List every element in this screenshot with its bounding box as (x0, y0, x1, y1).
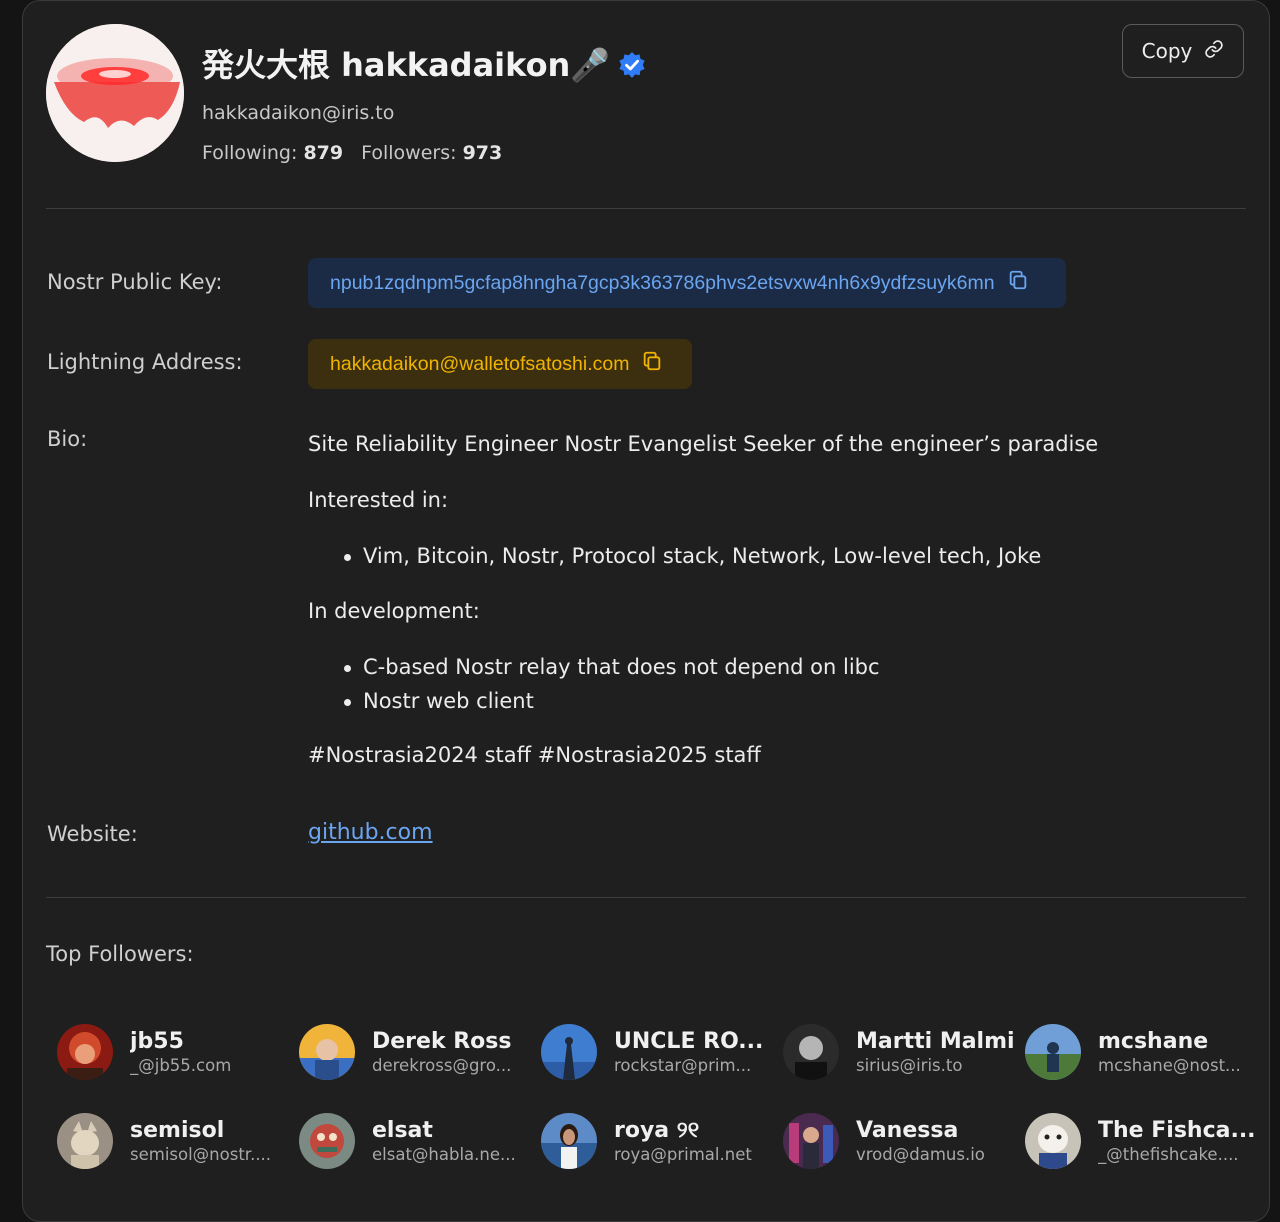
follower-name: jb55 (130, 1029, 184, 1054)
follower-handle: elsat@habla.ne... (372, 1145, 516, 1164)
follower-handle: sirius@iris.to (856, 1056, 963, 1075)
following-link[interactable]: Following: 879 (202, 142, 343, 164)
bio-line: Site Reliability Engineer Nostr Evangeli… (308, 432, 1099, 456)
following-label: Following: (202, 142, 298, 164)
avatar (541, 1024, 597, 1080)
lightning-value: hakkadaikon@walletofsatoshi.com (330, 352, 630, 375)
lightning-label: Lightning Address: (47, 350, 243, 374)
avatar (57, 1113, 113, 1169)
follower-handle: _@thefishcake.... (1098, 1145, 1239, 1164)
pubkey-label: Nostr Public Key: (47, 270, 223, 294)
nip05-address: hakkadaikon@iris.to (202, 102, 395, 124)
profile-avatar[interactable] (46, 24, 184, 162)
follower-name: elsat (372, 1118, 433, 1143)
copy-icon (641, 350, 663, 378)
copy-icon (1007, 269, 1029, 297)
follower-card[interactable]: Vanessa vrod@damus.io (783, 1113, 1013, 1173)
bio-interested-list: Vim, Bitcoin, Nostr, Protocol stack, Net… (308, 539, 1041, 573)
avatar (1025, 1024, 1081, 1080)
follower-card[interactable]: roya ୨୧ roya@primal.net (541, 1113, 771, 1173)
avatar (57, 1024, 113, 1080)
follower-handle: _@jb55.com (130, 1056, 232, 1075)
avatar (783, 1024, 839, 1080)
followers-label: Followers: (361, 142, 457, 164)
follower-card[interactable]: UNCLE RO... rockstar@prim... (541, 1024, 771, 1084)
following-count: 879 (303, 142, 344, 164)
bio-dev-heading: In development: (308, 599, 480, 623)
follower-name: mcshane (1098, 1029, 1209, 1054)
follower-card[interactable]: mcshane mcshane@nost... (1025, 1024, 1255, 1084)
website-link[interactable]: github.com (308, 820, 433, 845)
bio-label: Bio: (47, 427, 88, 451)
follower-card[interactable]: The Fishca... _@thefishcake.... (1025, 1113, 1256, 1173)
follower-name: semisol (130, 1118, 225, 1143)
lightning-copy-pill[interactable]: hakkadaikon@walletofsatoshi.com (308, 339, 692, 389)
follower-card[interactable]: Martti Malmi sirius@iris.to (783, 1024, 1015, 1084)
divider-top (46, 208, 1246, 209)
avatar (541, 1113, 597, 1169)
follower-card[interactable]: semisol semisol@nostr.... (57, 1113, 287, 1173)
followers-link[interactable]: Followers: 973 (361, 142, 502, 164)
link-icon (1204, 39, 1224, 64)
follower-handle: derekross@gro... (372, 1056, 512, 1075)
follower-handle: vrod@damus.io (856, 1145, 985, 1164)
follower-card[interactable]: jb55 _@jb55.com (57, 1024, 287, 1084)
avatar (299, 1024, 355, 1080)
divider-bottom (46, 897, 1246, 898)
list-item: Nostr web client (344, 684, 880, 718)
display-name: 発火大根 hakkadaikon🎤 (202, 40, 646, 86)
follower-name: Martti Malmi (856, 1029, 1015, 1054)
avatar (299, 1113, 355, 1169)
copy-label: Copy (1141, 39, 1193, 63)
follower-name: roya ୨୧ (614, 1118, 700, 1143)
bio-dev-list: C-based Nostr relay that does not depend… (308, 650, 880, 718)
copy-link-button[interactable]: Copy (1122, 24, 1244, 78)
follower-handle: mcshane@nost... (1098, 1056, 1241, 1075)
verified-badge-icon (618, 49, 646, 78)
follower-name: The Fishca... (1098, 1118, 1256, 1143)
follower-card[interactable]: Derek Ross derekross@gro... (299, 1024, 529, 1084)
bio-hashtags: #Nostrasia2024 staff #Nostrasia2025 staf… (308, 743, 761, 767)
pubkey-value: npub1zqdnpm5gcfap8hngha7gcp3k363786phvs2… (330, 271, 995, 294)
bio-interested-heading: Interested in: (308, 488, 449, 512)
follower-name: UNCLE RO... (614, 1029, 764, 1054)
follow-counts: Following: 879 Followers: 973 (202, 142, 502, 164)
follower-handle: rockstar@prim... (614, 1056, 752, 1075)
follower-name: Vanessa (856, 1118, 959, 1143)
top-followers-title: Top Followers: (46, 942, 194, 966)
pubkey-copy-pill[interactable]: npub1zqdnpm5gcfap8hngha7gcp3k363786phvs2… (308, 258, 1066, 308)
avatar (783, 1113, 839, 1169)
follower-card[interactable]: elsat elsat@habla.ne... (299, 1113, 529, 1173)
list-item: Vim, Bitcoin, Nostr, Protocol stack, Net… (343, 539, 1041, 573)
website-label: Website: (47, 822, 138, 846)
list-item: C-based Nostr relay that does not depend… (344, 650, 880, 684)
avatar (1025, 1113, 1081, 1169)
follower-name: Derek Ross (372, 1029, 512, 1054)
display-name-text: 発火大根 hakkadaikon🎤 (202, 46, 611, 84)
followers-count: 973 (462, 142, 503, 164)
follower-handle: semisol@nostr.... (130, 1145, 272, 1164)
follower-handle: roya@primal.net (614, 1145, 752, 1164)
